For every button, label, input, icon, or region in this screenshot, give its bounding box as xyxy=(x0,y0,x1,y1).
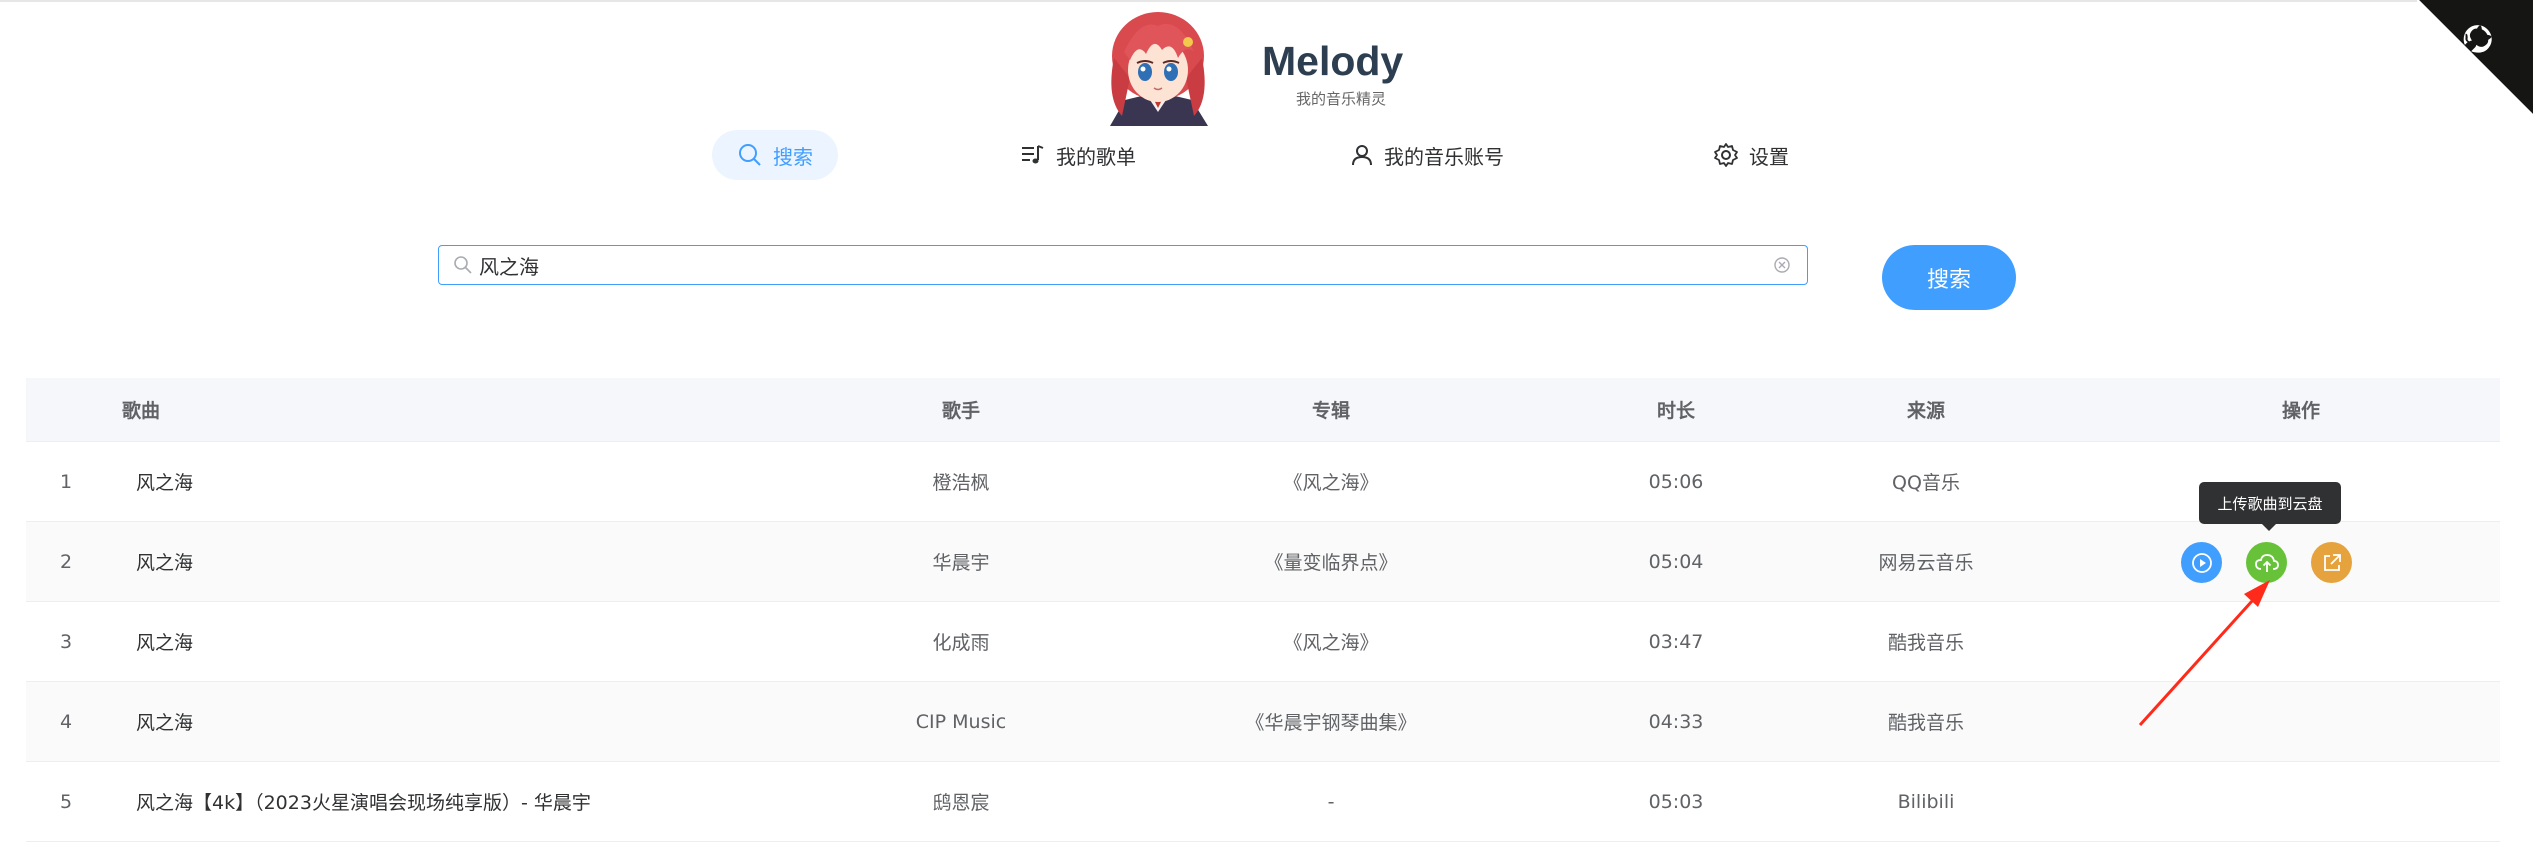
table-row[interactable]: 2 风之海 华晨宇 《量变临界点》 05:04 网易云音乐 xyxy=(26,522,2500,602)
table-row[interactable]: 3 风之海 化成雨 《风之海》 03:47 酷我音乐 xyxy=(26,602,2500,682)
source: Bilibili xyxy=(1897,790,1955,813)
search-icon xyxy=(453,255,473,275)
app-title: Melody xyxy=(1262,38,1404,84)
table-row[interactable]: 5 风之海【4k】（2023火星演唱会现场纯享版）- 华晨宇 鸱恩宸 - 05:… xyxy=(26,762,2500,842)
top-border xyxy=(0,0,2533,2)
cloud-upload-icon xyxy=(2254,553,2279,572)
song-title: 风之海 xyxy=(136,472,194,494)
user-icon xyxy=(1352,145,1372,166)
header-actions: 操作 xyxy=(2281,400,2320,422)
album-name: 《华晨宇钢琴曲集》 xyxy=(1245,712,1417,734)
row-index: 2 xyxy=(60,550,73,573)
row-index: 1 xyxy=(60,470,73,493)
table-row[interactable]: 1 风之海 橙浩枫 《风之海》 05:06 QQ音乐 xyxy=(26,442,2500,522)
app-avatar xyxy=(1100,8,1216,126)
search-input[interactable] xyxy=(479,253,1773,277)
search-button[interactable]: 搜索 xyxy=(1882,245,2016,310)
nav-playlist-label: 我的歌单 xyxy=(1056,144,1136,169)
song-title: 风之海 xyxy=(136,712,194,734)
upload-tooltip: 上传歌曲到云盘 xyxy=(2199,482,2341,524)
row-actions xyxy=(2181,542,2352,583)
tooltip-arrow xyxy=(2262,524,2276,531)
header-song: 歌曲 xyxy=(122,400,161,422)
nav-search[interactable]: 搜索 xyxy=(712,130,838,180)
nav-search-label: 搜索 xyxy=(773,144,813,169)
album-name: - xyxy=(1327,790,1335,813)
album-name: 《风之海》 xyxy=(1283,632,1379,654)
table-row[interactable]: 4 风之海 CIP Music 《华晨宇钢琴曲集》 04:33 酷我音乐 xyxy=(26,682,2500,762)
search-field[interactable] xyxy=(438,245,1808,285)
clear-icon[interactable] xyxy=(1773,256,1791,274)
playlist-icon xyxy=(1022,145,1044,164)
row-index: 4 xyxy=(60,710,73,733)
song-title: 风之海 xyxy=(136,552,194,574)
album-name: 《风之海》 xyxy=(1283,472,1379,494)
play-button[interactable] xyxy=(2181,542,2222,583)
source: 酷我音乐 xyxy=(1887,632,1964,654)
play-icon xyxy=(2191,552,2212,573)
nav-settings[interactable]: 设置 xyxy=(1713,130,1789,180)
song-title: 风之海【4k】（2023火星演唱会现场纯享版）- 华晨宇 xyxy=(136,792,591,814)
app-subtitle: 我的音乐精灵 xyxy=(1296,90,1387,108)
github-corner-link[interactable] xyxy=(2415,0,2533,118)
nav-playlist[interactable]: 我的歌单 xyxy=(1020,130,1136,180)
row-index: 5 xyxy=(60,790,73,813)
header-source: 来源 xyxy=(1906,400,1945,422)
upload-to-cloud-button[interactable] xyxy=(2246,542,2287,583)
header-album: 专辑 xyxy=(1311,400,1350,422)
nav-settings-label: 设置 xyxy=(1749,144,1789,169)
source: 网易云音乐 xyxy=(1878,552,1974,574)
album-name: 《量变临界点》 xyxy=(1264,552,1398,574)
external-link-icon xyxy=(2323,553,2341,571)
results-table: 歌曲 歌手 专辑 时长 来源 操作 1 风之海 橙浩枫 《风之海》 05:06 … xyxy=(26,378,2500,842)
table-header: 歌曲 歌手 专辑 时长 来源 操作 xyxy=(26,378,2500,442)
source: 酷我音乐 xyxy=(1887,712,1964,734)
nav-account[interactable]: 我的音乐账号 xyxy=(1350,130,1504,180)
song-title: 风之海 xyxy=(136,632,194,654)
row-index: 3 xyxy=(60,630,73,653)
search-icon xyxy=(739,144,761,166)
gear-icon xyxy=(1714,143,1738,167)
source: QQ音乐 xyxy=(1892,472,1960,494)
open-link-button[interactable] xyxy=(2311,542,2352,583)
nav-account-label: 我的音乐账号 xyxy=(1384,144,1504,169)
